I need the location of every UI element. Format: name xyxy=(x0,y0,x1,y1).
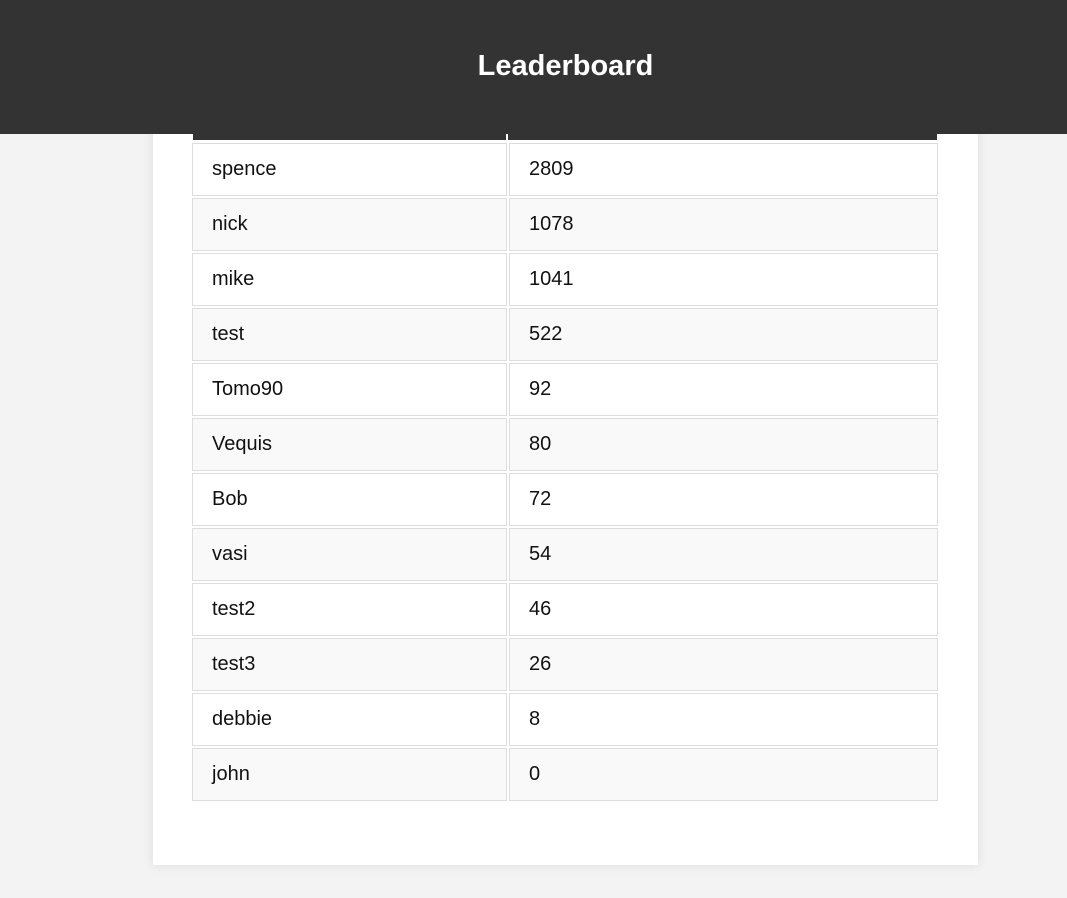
player-name-cell: test2 xyxy=(192,583,507,636)
table-row: vasi 54 xyxy=(192,528,938,581)
table-row: Vequis 80 xyxy=(192,418,938,471)
player-score-cell: 0 xyxy=(509,748,938,801)
player-score-cell: 80 xyxy=(509,418,938,471)
player-score-cell: 92 xyxy=(509,363,938,416)
table-row: nick 1078 xyxy=(192,198,938,251)
table-row: mike 1041 xyxy=(192,253,938,306)
player-name-cell: Tomo90 xyxy=(192,363,507,416)
player-name-cell: debbie xyxy=(192,693,507,746)
player-name-cell: mike xyxy=(192,253,507,306)
table-row: test2 46 xyxy=(192,583,938,636)
table-row: test3 26 xyxy=(192,638,938,691)
table-row: Tomo90 92 xyxy=(192,363,938,416)
player-name-cell: test xyxy=(192,308,507,361)
player-name-cell: nick xyxy=(192,198,507,251)
table-row: debbie 8 xyxy=(192,693,938,746)
player-score-cell: 72 xyxy=(509,473,938,526)
player-name-cell: Bob xyxy=(192,473,507,526)
player-score-cell: 26 xyxy=(509,638,938,691)
player-score-cell: 1078 xyxy=(509,198,938,251)
player-name-cell: spence xyxy=(192,143,507,196)
player-score-cell: 1041 xyxy=(509,253,938,306)
player-score-cell: 522 xyxy=(509,308,938,361)
player-score-cell: 2809 xyxy=(509,143,938,196)
leaderboard-table: spence 2809 nick 1078 mike 1041 test 522 Tomo90 9… xyxy=(190,141,940,803)
page-header: Leaderboard xyxy=(0,0,1067,134)
player-score-cell: 8 xyxy=(509,693,938,746)
table-row: test 522 xyxy=(192,308,938,361)
table-row: Bob 72 xyxy=(192,473,938,526)
player-score-cell: 54 xyxy=(509,528,938,581)
player-name-cell: vasi xyxy=(192,528,507,581)
player-name-cell: test3 xyxy=(192,638,507,691)
table-row: spence 2809 xyxy=(192,143,938,196)
table-row: john 0 xyxy=(192,748,938,801)
leaderboard-table-container[interactable]: spence 2809 nick 1078 mike 1041 test 522 Tomo90 9… xyxy=(190,141,940,803)
player-name-cell: john xyxy=(192,748,507,801)
player-score-cell: 46 xyxy=(509,583,938,636)
page-title: Leaderboard xyxy=(477,50,654,82)
player-name-cell: Vequis xyxy=(192,418,507,471)
